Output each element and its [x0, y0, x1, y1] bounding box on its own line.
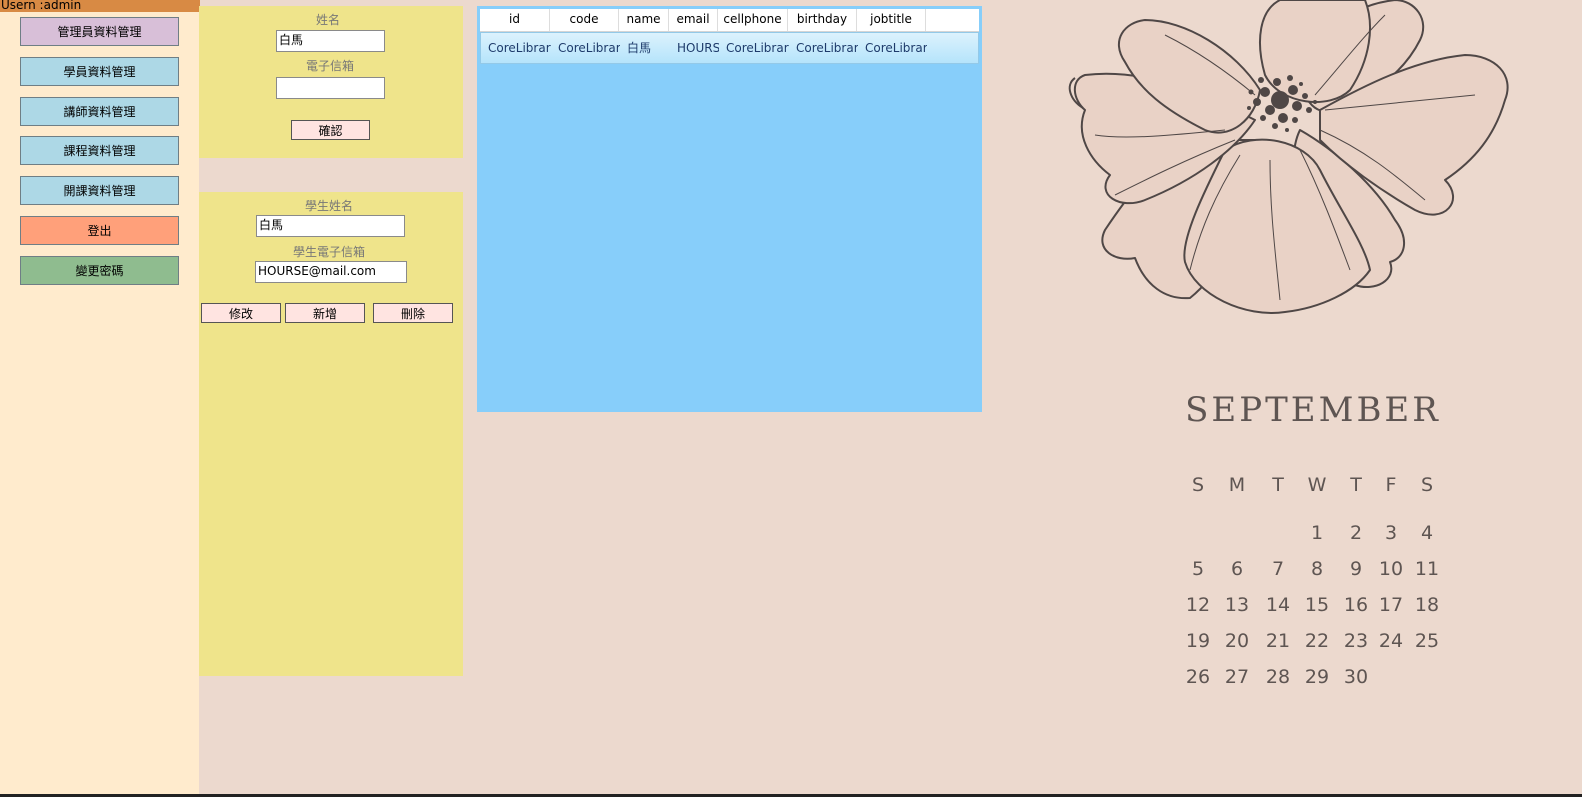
sidebar: Usern :admin 管理員資料管理 學員資料管理 講師資料管理 課程資料管…	[0, 0, 200, 794]
calendar-day: 22	[1304, 630, 1330, 652]
email-label: 電子信箱	[305, 59, 354, 73]
add-button[interactable]: 新增	[285, 303, 365, 323]
student-email-label: 學生電子信箱	[292, 245, 365, 259]
calendar-day: 1	[1310, 522, 1324, 544]
calendar-day: 9	[1349, 558, 1363, 580]
calendar-day: 15	[1304, 594, 1330, 616]
calendar-weekday-label: F	[1385, 474, 1397, 496]
calendar-day: 28	[1265, 666, 1291, 688]
calendar-day: 27	[1224, 666, 1250, 688]
cell-id[interactable]: CoreLibrar	[481, 33, 551, 63]
column-header-cellphone[interactable]: cellphone	[718, 9, 788, 31]
calendar-weekday-label: S	[1420, 474, 1434, 496]
column-header-filler	[926, 9, 979, 31]
calendar-day: 4	[1420, 522, 1434, 544]
student-name-label: 學生姓名	[304, 199, 353, 213]
student-data-management-button[interactable]: 學員資料管理	[20, 57, 179, 86]
calendar-day: 7	[1271, 558, 1285, 580]
calendar-weekday-label: M	[1228, 474, 1246, 496]
user-status-label: Usern :admin	[0, 0, 200, 12]
course-data-management-button[interactable]: 課程資料管理	[20, 136, 179, 165]
teacher-data-management-button[interactable]: 講師資料管理	[20, 97, 179, 126]
name-label: 姓名	[315, 13, 340, 27]
column-header-code[interactable]: code	[550, 9, 619, 31]
calendar-day: 11	[1414, 558, 1440, 580]
cell-jobtitle[interactable]: CoreLibrar	[858, 33, 927, 63]
calendar-day: 18	[1414, 594, 1440, 616]
grid-header: id code name email cellphone birthday jo…	[480, 9, 979, 32]
column-header-id[interactable]: id	[480, 9, 550, 31]
confirm-button[interactable]: 確認	[291, 120, 370, 140]
calendar-day: 2	[1349, 522, 1363, 544]
calendar-weekday-label: S	[1191, 474, 1205, 496]
calendar-weekday-label: T	[1350, 474, 1362, 496]
student-name-input[interactable]: 白馬	[256, 215, 405, 237]
calendar-day: 29	[1304, 666, 1330, 688]
calendar-day: 13	[1224, 594, 1250, 616]
calendar-day: 30	[1343, 666, 1369, 688]
change-password-button[interactable]: 變更密碼	[20, 256, 179, 285]
modify-button[interactable]: 修改	[201, 303, 281, 323]
name-input[interactable]: 白馬	[276, 30, 385, 52]
flower-illustration-icon	[1068, 0, 1509, 314]
student-email-input[interactable]: HOURSE@mail.com	[255, 261, 407, 283]
column-header-birthday[interactable]: birthday	[788, 9, 857, 31]
cell-birthday[interactable]: CoreLibrar	[789, 33, 858, 63]
delete-button[interactable]: 刪除	[373, 303, 453, 323]
calendar-day: 26	[1185, 666, 1211, 688]
email-input[interactable]	[276, 77, 385, 99]
logout-button[interactable]: 登出	[20, 216, 179, 245]
table-row[interactable]: CoreLibrar CoreLibrar 白馬 HOURS CoreLibra…	[480, 32, 979, 64]
calendar-day: 5	[1191, 558, 1205, 580]
calendar-day: 12	[1185, 594, 1211, 616]
calendar-month-title: SEPTEMBER	[1185, 390, 1441, 430]
calendar-day: 10	[1378, 558, 1404, 580]
calendar-day: 14	[1265, 594, 1291, 616]
calendar-day: 25	[1414, 630, 1440, 652]
cell-name[interactable]: 白馬	[620, 33, 670, 63]
column-header-jobtitle[interactable]: jobtitle	[857, 9, 926, 31]
student-edit-panel: 學生姓名 白馬 學生電子信箱 HOURSE@mail.com 修改 新增 刪除	[199, 192, 463, 676]
calendar-day: 19	[1185, 630, 1211, 652]
calendar-day: 6	[1230, 558, 1244, 580]
calendar-day: 24	[1378, 630, 1404, 652]
column-header-name[interactable]: name	[619, 9, 669, 31]
class-opening-management-button[interactable]: 開課資料管理	[20, 176, 179, 205]
data-grid[interactable]: id code name email cellphone birthday jo…	[477, 6, 982, 412]
calendar-day: 17	[1378, 594, 1404, 616]
cell-email[interactable]: HOURS	[670, 33, 719, 63]
calendar-weekday-label: T	[1272, 474, 1284, 496]
column-header-email[interactable]: email	[669, 9, 718, 31]
admin-data-management-button[interactable]: 管理員資料管理	[20, 17, 179, 46]
search-panel: 姓名 白馬 電子信箱 確認	[199, 6, 463, 158]
calendar-day: 21	[1265, 630, 1291, 652]
calendar-weekday-label: W	[1307, 474, 1327, 496]
calendar-day: 16	[1343, 594, 1369, 616]
cell-code[interactable]: CoreLibrar	[551, 33, 620, 63]
calendar-day: 8	[1310, 558, 1324, 580]
calendar-day: 3	[1384, 522, 1398, 544]
calendar-day: 23	[1343, 630, 1369, 652]
calendar-day: 20	[1224, 630, 1250, 652]
cell-cellphone[interactable]: CoreLibrar	[719, 33, 789, 63]
